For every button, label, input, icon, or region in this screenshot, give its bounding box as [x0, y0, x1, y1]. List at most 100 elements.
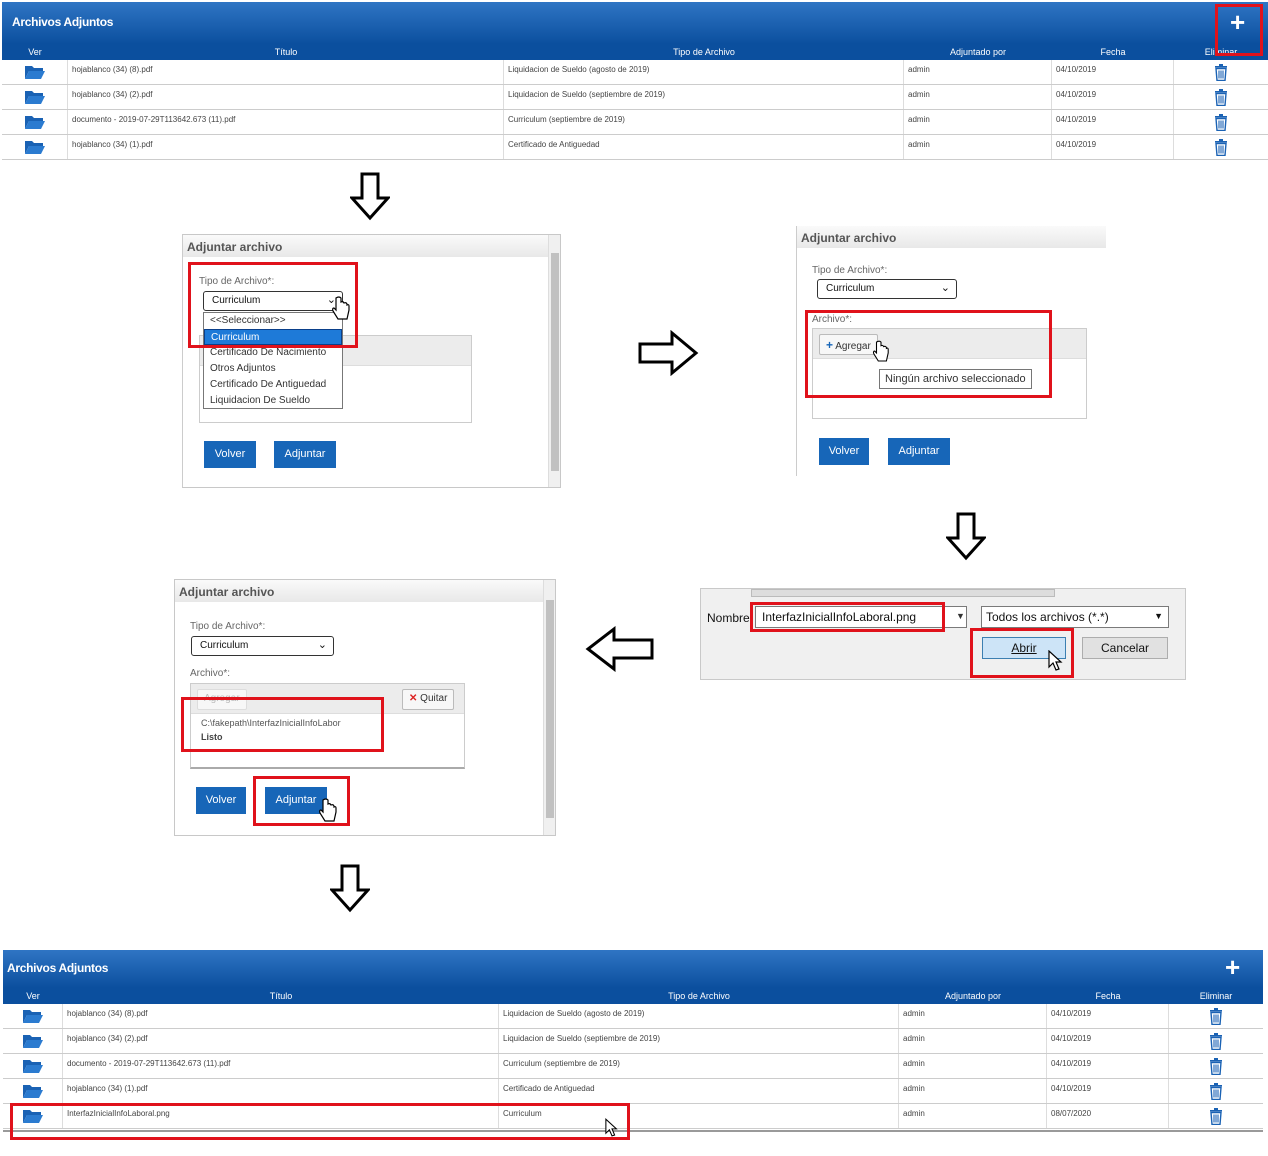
cell-titulo: hojablanco (34) (2).pdf [63, 1029, 499, 1053]
trash-icon[interactable] [1174, 85, 1268, 109]
scrollbar[interactable] [548, 235, 560, 487]
open-folder-icon[interactable] [3, 1029, 63, 1053]
cell-tipo: Certificado de Antiguedad [499, 1079, 899, 1103]
trash-icon[interactable] [1169, 1004, 1263, 1028]
quitar-button[interactable]: ✕ Quitar [402, 689, 455, 710]
table-row: documento - 2019-07-29T113642.673 (11).p… [2, 110, 1268, 135]
arrow-right-icon [638, 330, 699, 376]
grid-header: Archivos Adjuntos + [2, 2, 1268, 44]
tipo-label: Tipo de Archivo*: [812, 265, 888, 276]
cell-tipo: Liquidacion de Sueldo (agosto de 2019) [499, 1004, 899, 1028]
open-folder-icon[interactable] [2, 85, 68, 109]
cell-tipo: Curriculum (septiembre de 2019) [504, 110, 904, 134]
col-tipo: Tipo de Archivo [668, 991, 730, 1001]
quitar-label: Quitar [420, 693, 448, 704]
cell-titulo: documento - 2019-07-29T113642.673 (11).p… [68, 110, 504, 134]
col-tipo: Tipo de Archivo [673, 47, 735, 57]
archivo-label: Archivo*: [190, 668, 231, 679]
tipo-select-value: Curriculum [200, 640, 249, 651]
filter-select[interactable]: Todos los archivos (*.*) ▼ [981, 606, 1169, 628]
trash-icon[interactable] [1169, 1029, 1263, 1053]
cell-fecha: 04/10/2019 [1052, 85, 1174, 109]
cell-titulo: hojablanco (34) (2).pdf [68, 85, 504, 109]
scrollbar-thumb[interactable] [551, 253, 559, 471]
chevron-down-icon: ▼ [1154, 611, 1163, 621]
open-folder-icon[interactable] [3, 1079, 63, 1103]
open-folder-icon[interactable] [3, 1004, 63, 1028]
volver-button[interactable]: Volver [204, 441, 256, 468]
table-row: hojablanco (34) (2).pdf Liquidacion de Su… [2, 85, 1268, 110]
cell-adjuntado-por: admin [899, 1004, 1047, 1028]
open-folder-icon[interactable] [2, 60, 68, 84]
open-folder-icon[interactable] [2, 135, 68, 159]
open-folder-icon[interactable] [3, 1054, 63, 1078]
cell-titulo: hojablanco (34) (8).pdf [63, 1004, 499, 1028]
cell-fecha: 04/10/2019 [1047, 1029, 1169, 1053]
arrow-down-icon [946, 512, 986, 561]
cancelar-button[interactable]: Cancelar [1082, 637, 1168, 659]
table-row: hojablanco (34) (8).pdf Liquidacion de Su… [3, 1004, 1263, 1029]
trash-icon[interactable] [1169, 1054, 1263, 1078]
option-otros-adjuntos[interactable]: Otros Adjuntos [204, 361, 342, 377]
cell-fecha: 04/10/2019 [1052, 60, 1174, 84]
option-liquidacion-sueldo[interactable]: Liquidacion De Sueldo [204, 393, 342, 409]
cell-tipo: Liquidacion de Sueldo (agosto de 2019) [504, 60, 904, 84]
volver-button[interactable]: Volver [819, 438, 869, 465]
open-folder-icon[interactable] [2, 110, 68, 134]
tipo-select[interactable]: Curriculum ⌄ [817, 279, 957, 299]
file-dialog-hscroll[interactable] [751, 589, 1055, 597]
table-row: hojablanco (34) (8).pdf Liquidacion de Su… [2, 60, 1268, 85]
hand-cursor-icon [332, 296, 350, 320]
cell-adjuntado-por: admin [899, 1054, 1047, 1078]
col-adjuntado: Adjuntado por [944, 991, 1002, 1001]
highlight-add-button [1215, 4, 1263, 56]
chevron-down-icon: ⌄ [317, 639, 327, 651]
add-attachment-plus-icon[interactable]: + [1225, 954, 1240, 980]
col-eliminar: Eliminar [1199, 991, 1233, 1001]
col-titulo: Título [269, 991, 293, 1001]
grid-column-headers: Ver Título Tipo de Archivo Adjuntado por… [2, 44, 1268, 60]
scrollbar-thumb[interactable] [546, 600, 554, 818]
cell-fecha: 08/07/2020 [1047, 1104, 1169, 1128]
dialog-title: Adjuntar archivo [183, 235, 560, 257]
trash-icon[interactable] [1174, 60, 1268, 84]
adjuntar-button[interactable]: Adjuntar [888, 438, 950, 465]
cell-fecha: 04/10/2019 [1047, 1079, 1169, 1103]
col-titulo: Título [274, 47, 298, 57]
option-certificado-antiguedad[interactable]: Certificado De Antiguedad [204, 377, 342, 393]
col-ver: Ver [28, 47, 42, 57]
cell-adjuntado-por: admin [904, 60, 1052, 84]
highlight-agregar [805, 310, 1052, 398]
trash-icon[interactable] [1174, 135, 1268, 159]
dialog-title: Adjuntar archivo [175, 580, 555, 602]
volver-button[interactable]: Volver [196, 787, 246, 814]
trash-icon[interactable] [1174, 110, 1268, 134]
table-row: documento - 2019-07-29T113642.673 (11).p… [3, 1054, 1263, 1079]
cell-titulo: hojablanco (34) (1).pdf [63, 1079, 499, 1103]
col-ver: Ver [26, 991, 40, 1001]
tipo-select[interactable]: Curriculum ⌄ [191, 636, 334, 656]
trash-icon[interactable] [1169, 1104, 1263, 1128]
cell-tipo: Certificado de Antiguedad [504, 135, 904, 159]
col-adjuntado: Adjuntado por [949, 47, 1007, 57]
table-row: hojablanco (34) (1).pdf Certificado de An… [2, 135, 1268, 160]
highlight-file-ready [181, 697, 384, 752]
adjuntar-button[interactable]: Adjuntar [274, 441, 336, 468]
cell-titulo: hojablanco (34) (1).pdf [68, 135, 504, 159]
tipo-label: Tipo de Archivo*: [190, 621, 266, 632]
grid-body: hojablanco (34) (8).pdf Liquidacion de Su… [2, 60, 1268, 160]
arrow-down-icon [330, 864, 370, 913]
table-row: hojablanco (34) (1).pdf Certificado de An… [3, 1079, 1263, 1104]
cell-adjuntado-por: admin [899, 1029, 1047, 1053]
cell-tipo: Liquidacion de Sueldo (septiembre de 201… [504, 85, 904, 109]
cell-titulo: documento - 2019-07-29T113642.673 (11).p… [63, 1054, 499, 1078]
cell-adjuntado-por: admin [899, 1079, 1047, 1103]
filename-dropdown-icon[interactable]: ▼ [956, 611, 965, 621]
cell-tipo: Liquidacion de Sueldo (septiembre de 201… [499, 1029, 899, 1053]
trash-icon[interactable] [1169, 1079, 1263, 1103]
cell-adjuntado-por: admin [904, 85, 1052, 109]
cell-adjuntado-por: admin [904, 110, 1052, 134]
scrollbar[interactable] [543, 580, 555, 835]
cell-adjuntado-por: admin [899, 1104, 1047, 1128]
cell-fecha: 04/10/2019 [1047, 1054, 1169, 1078]
